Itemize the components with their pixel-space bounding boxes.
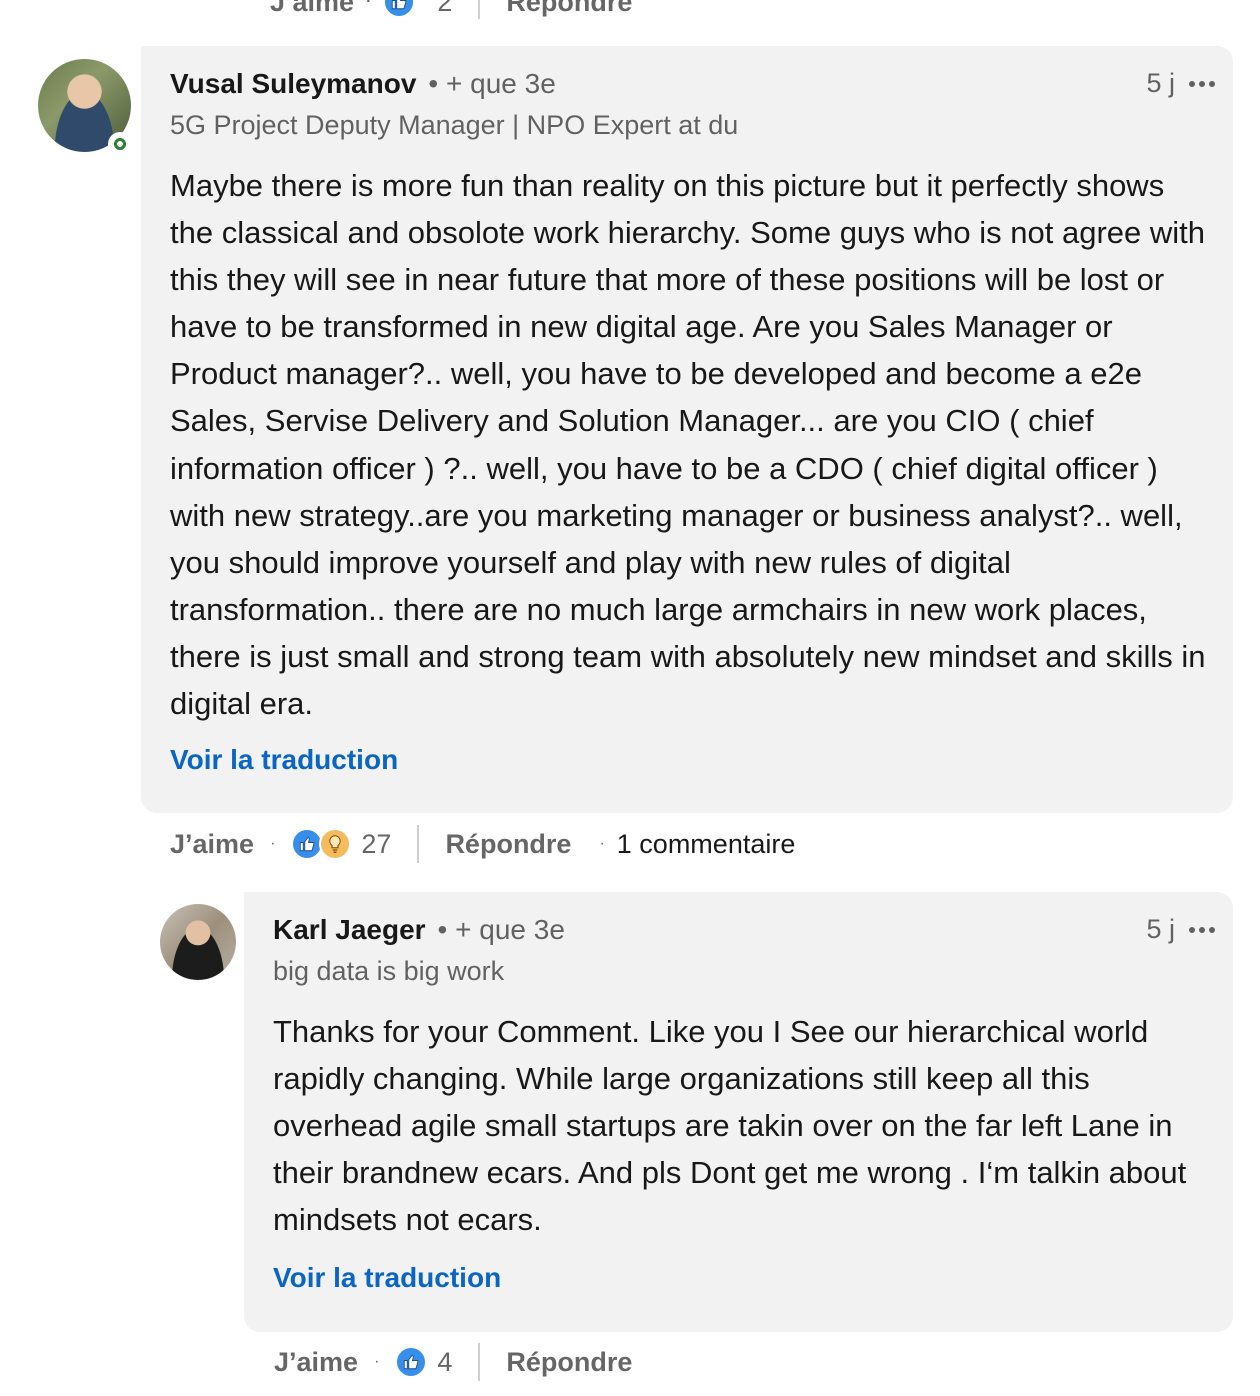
connection-degree: • + que 3e [437,914,565,945]
reply-avatar[interactable] [160,904,236,980]
reply-bubble: Karl Jaeger • + que 3e big data is big w… [244,892,1233,1332]
reply-meta: 5 j [1146,914,1215,945]
see-translation-link[interactable]: Voir la traduction [170,744,398,776]
replies-count[interactable]: 1 commentaire [617,829,796,860]
insightful-reaction-icon[interactable] [319,828,352,860]
divider [478,1343,481,1381]
reply-author-line: Karl Jaeger • + que 3e [273,914,565,946]
comment-author-line: Vusal Suleymanov • + que 3e [170,68,556,100]
like-reaction-icon[interactable] [383,0,416,18]
separator-dot: · [599,835,605,852]
comment-actions: J’aime · 27 Répondre · 1 commentaire [170,824,795,864]
reaction-count[interactable]: 27 [361,829,391,860]
reply-reply-button[interactable]: Répondre [506,1347,632,1378]
comment-author-name[interactable]: Vusal Suleymanov [170,68,416,100]
divider [417,825,420,863]
connection-degree: • + que 3e [428,68,556,99]
reply-author-headline[interactable]: big data is big work [273,956,504,987]
reply-actions: J’aime · 4 Répondre [274,1342,632,1382]
like-reaction-icon[interactable] [395,1346,428,1378]
reply-reaction-count[interactable]: 4 [437,1347,452,1378]
comment-meta: 5 j [1146,68,1215,99]
more-options-icon[interactable] [1189,926,1215,933]
previous-reply-button[interactable]: Répondre [506,0,632,18]
previous-comment-actions: J’aime · 2 Répondre [270,0,632,20]
separator-dot: · [366,0,372,10]
reply-like-button[interactable]: J’aime [274,1347,358,1378]
reply-text: Thanks for your Comment. Like you I See … [273,1014,1187,1238]
like-button[interactable]: J’aime [170,829,254,860]
reply-timestamp: 5 j [1146,914,1175,944]
more-options-icon[interactable] [1189,80,1215,87]
author-headline[interactable]: 5G Project Deputy Manager | NPO Expert a… [170,110,738,141]
separator-dot: · [270,835,276,852]
previous-like-button[interactable]: J’aime [270,0,354,18]
comment-text: Maybe there is more fun than reality on … [170,168,1206,722]
online-status-icon [108,132,132,156]
comment-bubble: Vusal Suleymanov • + que 3e 5G Project D… [141,46,1233,813]
divider [478,0,481,19]
comment-timestamp: 5 j [1146,68,1175,98]
reply-author-name[interactable]: Karl Jaeger [273,914,426,946]
separator-dot: · [374,1353,380,1370]
see-translation-link[interactable]: Voir la traduction [273,1262,501,1294]
previous-reaction-count: 2 [437,0,453,17]
reply-button[interactable]: Répondre [445,829,571,860]
